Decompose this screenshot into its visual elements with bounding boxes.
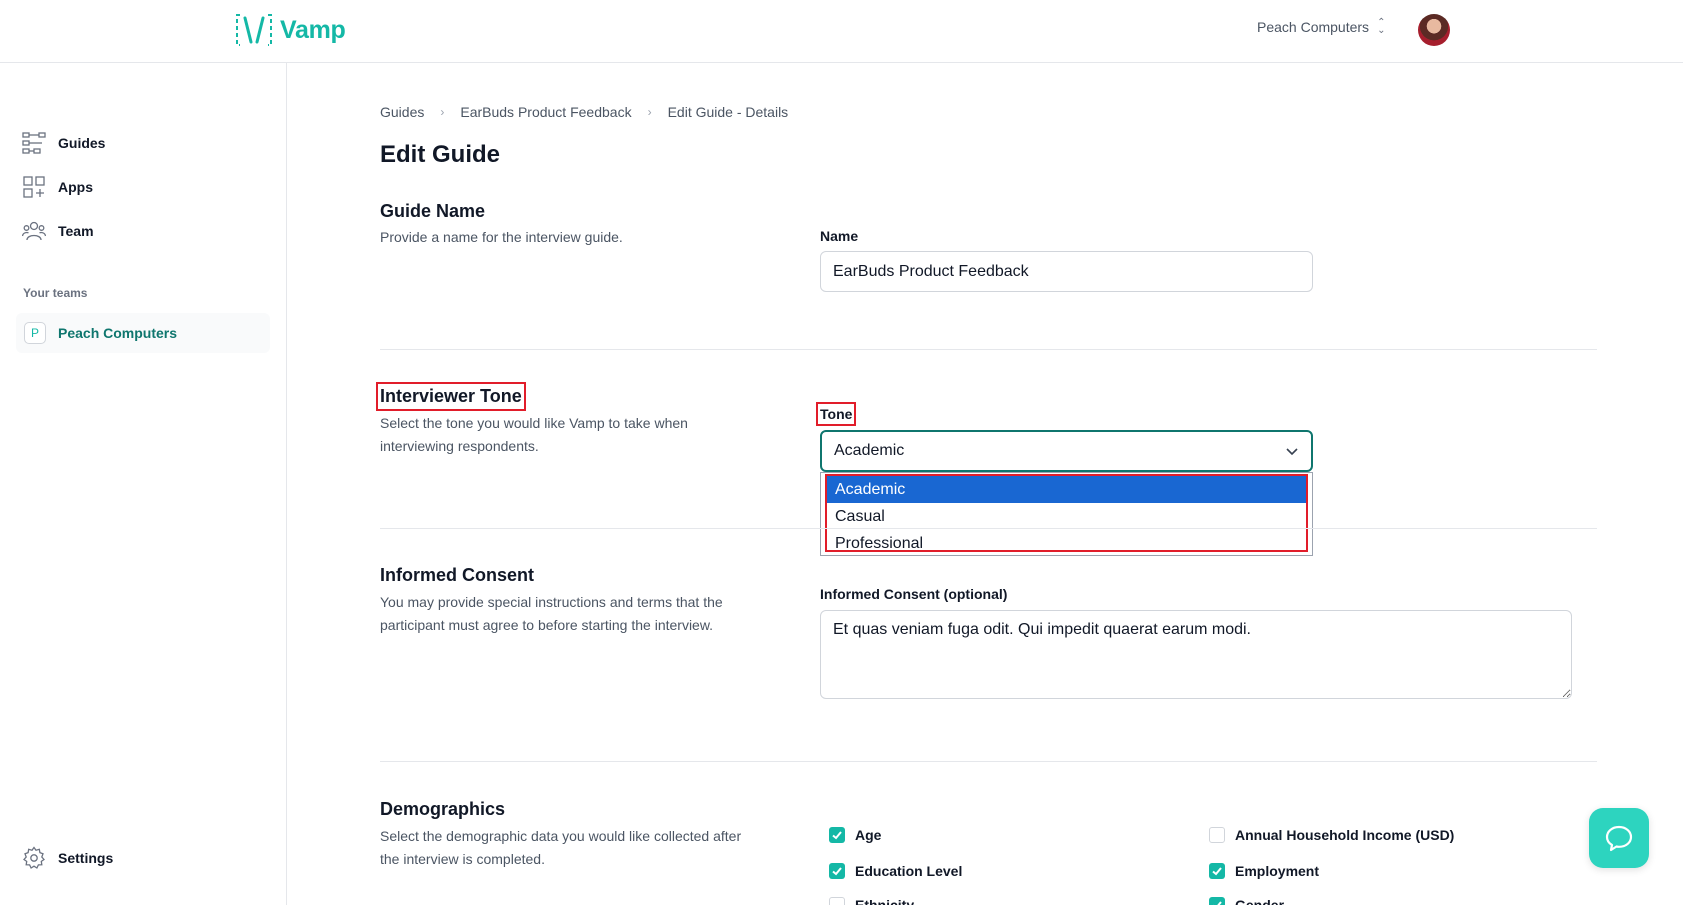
informed-consent-description: You may provide special instructions and… — [380, 594, 723, 633]
checkbox-checked[interactable] — [1209, 863, 1225, 879]
breadcrumb-guides[interactable]: Guides — [380, 104, 424, 120]
gear-icon — [23, 846, 45, 869]
sidebar: Guides Apps Team Your teams P Peach Comp… — [0, 63, 287, 905]
guide-name-description: Provide a name for the interview guide. — [380, 229, 623, 245]
tone-selected-value: Academic — [834, 442, 905, 459]
sidebar-team-peach-computers[interactable]: P Peach Computers — [16, 313, 270, 353]
divider — [380, 528, 1597, 529]
checkbox-age[interactable]: Age — [829, 827, 881, 843]
guide-name-title: Guide Name — [380, 201, 486, 221]
team-name: Peach Computers — [58, 325, 178, 341]
demographics-title: Demographics — [380, 799, 506, 819]
checkbox-checked[interactable] — [829, 863, 845, 879]
tone-option-academic[interactable]: Academic — [827, 476, 1306, 503]
demographics-description: Select the demographic data you would li… — [380, 828, 742, 867]
breadcrumb: Guides › EarBuds Product Feedback › Edit… — [380, 104, 788, 120]
checkbox-label: Ethnicity — [855, 897, 915, 905]
checkbox-annual-household-income[interactable]: Annual Household Income (USD) — [1209, 827, 1454, 843]
logo-text: Vamp — [280, 15, 346, 44]
checkbox-label: Employment — [1235, 863, 1320, 879]
checkbox-label: Age — [855, 827, 882, 843]
user-avatar[interactable] — [1418, 14, 1450, 46]
check-icon — [832, 831, 842, 840]
interviewer-tone-description: Select the tone you would like Vamp to t… — [380, 415, 688, 454]
name-label: Name — [820, 228, 859, 244]
tone-options-highlight: Academic Casual Professional — [825, 474, 1308, 552]
checkbox-checked[interactable] — [829, 827, 845, 843]
vamp-logo-icon — [236, 14, 272, 46]
checkbox-checked[interactable] — [1209, 897, 1225, 905]
sidebar-item-team[interactable]: Team — [22, 219, 94, 243]
chevron-down-icon — [1286, 448, 1298, 456]
check-icon — [832, 867, 842, 876]
tone-dropdown-list: Academic Casual Professional — [820, 472, 1313, 556]
sidebar-item-label: Guides — [58, 135, 106, 151]
your-teams-heading: Your teams — [23, 286, 88, 300]
help-chat-button[interactable] — [1589, 808, 1649, 868]
checkbox-unchecked[interactable] — [1209, 827, 1225, 843]
check-icon — [1213, 901, 1222, 905]
tone-option-casual[interactable]: Casual — [827, 503, 1306, 530]
chat-bubble-icon — [1605, 825, 1633, 852]
interviewer-tone-title: Interviewer Tone — [376, 382, 526, 411]
guides-icon — [22, 132, 46, 154]
page-title: Edit Guide — [380, 141, 500, 168]
checkbox-label: Annual Household Income (USD) — [1235, 827, 1455, 843]
tone-option-professional[interactable]: Professional — [827, 530, 1306, 557]
informed-consent-textarea[interactable]: Et quas veniam fuga odit. Qui impedit qu… — [820, 610, 1572, 699]
checkbox-unchecked[interactable] — [829, 897, 845, 905]
checkbox-education-level[interactable]: Education Level — [829, 863, 962, 879]
informed-consent-title: Informed Consent — [380, 565, 535, 585]
informed-consent-label: Informed Consent (optional) — [820, 586, 1008, 602]
sidebar-item-settings[interactable]: Settings — [22, 846, 113, 870]
divider — [380, 761, 1597, 762]
team-icon — [22, 221, 46, 241]
sidebar-item-label: Apps — [58, 179, 93, 195]
apps-icon — [23, 176, 45, 198]
checkbox-ethnicity[interactable]: Ethnicity — [829, 897, 914, 905]
sidebar-item-label: Settings — [58, 850, 114, 866]
tone-select[interactable]: Academic — [820, 430, 1313, 472]
sidebar-item-guides[interactable]: Guides — [22, 131, 105, 155]
team-switcher[interactable]: Peach Computers ⌃ ⌄ — [1257, 17, 1386, 36]
chevron-right-icon: › — [440, 105, 445, 119]
sidebar-item-apps[interactable]: Apps — [22, 175, 93, 199]
chevron-right-icon: › — [647, 105, 652, 119]
breadcrumb-current: Edit Guide - Details — [667, 104, 789, 120]
breadcrumb-guide[interactable]: EarBuds Product Feedback — [460, 104, 631, 120]
divider — [380, 349, 1597, 350]
vamp-logo[interactable]: Vamp — [234, 12, 346, 48]
team-badge: P — [24, 322, 46, 344]
check-icon — [1212, 867, 1222, 876]
checkbox-label: Gender — [1235, 897, 1285, 905]
checkbox-gender[interactable]: Gender — [1209, 897, 1284, 905]
chevron-up-down-icon: ⌃ ⌄ — [1377, 17, 1386, 36]
sidebar-item-label: Team — [58, 223, 94, 239]
guide-name-input[interactable] — [820, 251, 1313, 292]
tone-label: Tone — [815, 402, 857, 426]
top-bar: Vamp Peach Computers ⌃ ⌄ — [0, 0, 1683, 63]
checkbox-employment[interactable]: Employment — [1209, 863, 1319, 879]
team-switcher-label: Peach Computers — [1257, 19, 1370, 35]
checkbox-label: Education Level — [855, 863, 963, 879]
